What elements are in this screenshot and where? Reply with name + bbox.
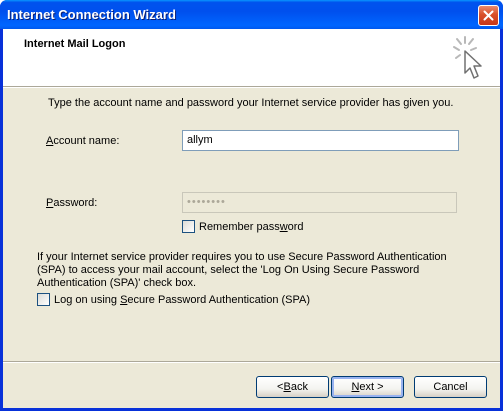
password-input[interactable]: ••••••••	[182, 192, 457, 213]
close-icon	[483, 10, 494, 21]
spa-checkbox[interactable]	[37, 293, 50, 306]
back-button[interactable]: < Back	[256, 376, 329, 398]
wizard-header: Internet Mail Logon	[3, 29, 500, 86]
spa-info-text: If your Internet service provider requir…	[37, 251, 447, 289]
wizard-window: Internet Connection Wizard Internet Mail…	[0, 0, 503, 411]
password-label: Password:	[46, 197, 98, 209]
cancel-button[interactable]: Cancel	[414, 376, 487, 398]
spa-label[interactable]: Log on using Secure Password Authenticat…	[54, 294, 310, 306]
wizard-wand-icon	[453, 36, 482, 79]
page-title: Internet Mail Logon	[24, 38, 126, 50]
remember-password-checkbox[interactable]	[182, 220, 195, 233]
header-divider-highlight	[3, 87, 500, 88]
remember-password-label[interactable]: Remember password	[199, 221, 304, 233]
dialog-body: Internet Mail Logon Type the account nam…	[3, 29, 500, 408]
window-title: Internet Connection Wizard	[7, 7, 176, 22]
title-bar[interactable]: Internet Connection Wizard	[0, 0, 503, 29]
intro-text: Type the account name and password your …	[48, 97, 454, 109]
account-name-label: Account name:	[46, 135, 120, 147]
account-name-input[interactable]: allym	[182, 130, 459, 151]
close-button[interactable]	[478, 5, 499, 26]
footer-divider-highlight	[3, 362, 500, 363]
next-button[interactable]: Next >	[331, 376, 404, 398]
